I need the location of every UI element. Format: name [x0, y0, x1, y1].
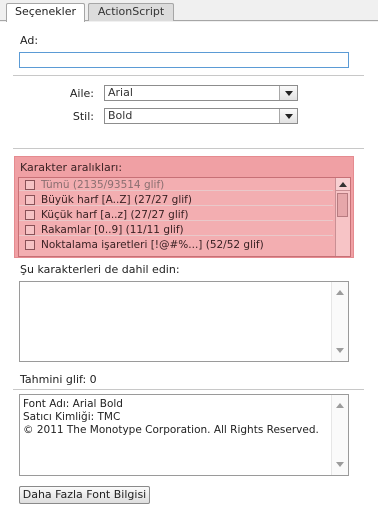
list-item-label: Tümü (2135/93514 glif): [41, 179, 165, 191]
more-font-info-button[interactable]: Daha Fazla Font Bilgisi: [19, 486, 150, 504]
ranges-scrollbar[interactable]: [335, 178, 350, 256]
name-label: Ad:: [20, 34, 39, 47]
family-select-value: Arial: [108, 86, 133, 99]
scroll-down-icon[interactable]: [336, 348, 344, 353]
font-info-line: © 2011 The Monotype Corporation. All Rig…: [23, 424, 319, 436]
scroll-down-icon[interactable]: [336, 462, 344, 467]
list-item[interactable]: Noktalama işaretleri [!@#%...] (52/52 gl…: [19, 239, 333, 251]
list-item[interactable]: Büyük harf [A..Z] (27/27 glif): [19, 194, 333, 206]
scroll-thumb[interactable]: [337, 193, 348, 217]
checkbox[interactable]: [25, 240, 35, 250]
font-info-scrollbar[interactable]: [331, 395, 348, 475]
checkbox[interactable]: [25, 210, 35, 220]
list-item-label: Küçük harf [a..z] (27/27 glif): [41, 209, 189, 221]
character-ranges-label: Karakter aralıkları:: [20, 161, 123, 174]
family-select[interactable]: Arial: [104, 85, 298, 101]
estimated-glyphs-label: Tahmini glif: 0: [20, 373, 97, 386]
style-select-value: Bold: [108, 109, 133, 122]
style-label: Stil:: [72, 110, 94, 123]
include-characters-textarea[interactable]: [19, 281, 349, 362]
scroll-up-icon[interactable]: [336, 403, 344, 408]
style-select[interactable]: Bold: [104, 108, 298, 124]
divider: [13, 148, 364, 149]
include-characters-label: Şu karakterleri de dahil edin:: [20, 263, 180, 276]
chevron-down-icon[interactable]: [279, 86, 297, 100]
family-label: Aile:: [69, 87, 94, 100]
divider: [13, 75, 364, 76]
scroll-up-icon[interactable]: [336, 290, 344, 295]
list-item[interactable]: Rakamlar [0..9] (11/11 glif): [19, 224, 333, 236]
list-item[interactable]: Küçük harf [a..z] (27/27 glif): [19, 209, 333, 221]
tab-actionscript[interactable]: ActionScript: [88, 3, 174, 21]
list-item-label: Büyük harf [A..Z] (27/27 glif): [41, 194, 192, 206]
name-input[interactable]: [19, 52, 349, 68]
checkbox[interactable]: [25, 195, 35, 205]
font-info-line: Font Adı: Arial Bold: [23, 398, 123, 410]
list-item[interactable]: Tümü (2135/93514 glif): [19, 179, 333, 191]
character-ranges-list[interactable]: Tümü (2135/93514 glif) Büyük harf [A..Z]…: [18, 177, 351, 257]
font-info-box[interactable]: Font Adı: Arial Bold Satıcı Kimliği: TMC…: [19, 394, 349, 476]
divider: [13, 389, 364, 390]
chevron-down-icon[interactable]: [279, 109, 297, 123]
list-item-label: Rakamlar [0..9] (11/11 glif): [41, 224, 184, 236]
font-info-text: Font Adı: Arial Bold Satıcı Kimliği: TMC…: [23, 398, 319, 437]
checkbox[interactable]: [25, 225, 35, 235]
checkbox[interactable]: [25, 180, 35, 190]
textarea-scrollbar[interactable]: [331, 282, 348, 361]
scroll-up-icon[interactable]: [336, 178, 350, 191]
font-info-line: Satıcı Kimliği: TMC: [23, 411, 121, 423]
list-item-label: Noktalama işaretleri [!@#%...] (52/52 gl…: [41, 239, 264, 251]
tab-options[interactable]: Seçenekler: [6, 3, 85, 22]
